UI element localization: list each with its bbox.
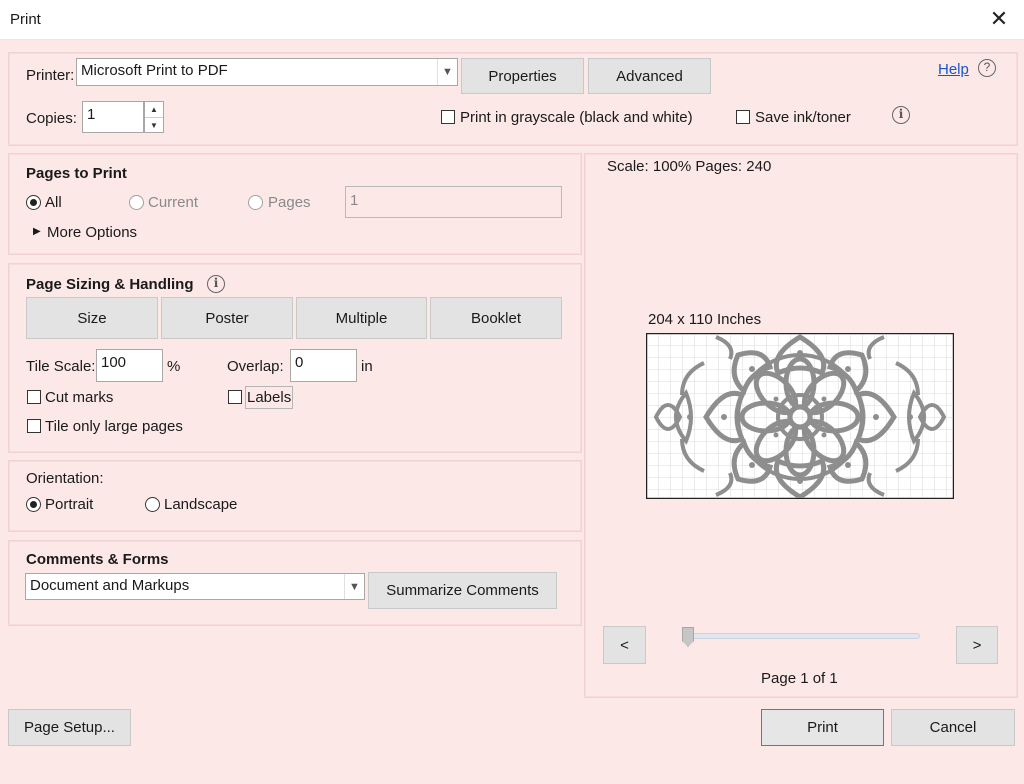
prev-page-button[interactable]: < — [603, 626, 646, 664]
page-sizing-heading: Page Sizing & Handling — [26, 276, 194, 293]
tab-size[interactable]: Size — [26, 297, 158, 339]
help-link[interactable]: Help — [938, 61, 969, 78]
labels-checkbox[interactable] — [228, 390, 242, 404]
printer-select[interactable]: Microsoft Print to PDF ▼ — [76, 58, 458, 86]
chevron-down-icon: ▼ — [437, 59, 457, 85]
summarize-comments-button[interactable]: Summarize Comments — [368, 572, 557, 609]
page-counter: Page 1 of 1 — [761, 670, 838, 687]
portrait-label: Portrait — [45, 496, 94, 513]
landscape-radio[interactable] — [145, 497, 160, 512]
pages-range-input[interactable]: 1 — [345, 186, 562, 218]
labels-label: Labels — [245, 386, 294, 409]
title-bar: Print ✕ — [0, 0, 1024, 40]
info-icon[interactable]: i — [207, 275, 225, 293]
pages-radio[interactable] — [248, 195, 263, 210]
close-icon[interactable]: ✕ — [986, 6, 1012, 32]
disclosure-triangle-icon[interactable]: ▶ — [33, 226, 41, 237]
advanced-button[interactable]: Advanced — [588, 58, 711, 94]
orientation-heading: Orientation: — [26, 470, 104, 487]
all-label: All — [45, 194, 62, 211]
portrait-radio[interactable] — [26, 497, 41, 512]
current-radio[interactable] — [129, 195, 144, 210]
landscape-label: Landscape — [164, 496, 238, 513]
tile-scale-unit: % — [167, 358, 181, 375]
tab-multiple[interactable]: Multiple — [296, 297, 427, 339]
help-icon[interactable]: ? — [978, 59, 996, 77]
comments-forms-select[interactable]: Document and Markups ▼ — [25, 573, 365, 600]
tile-large-label: Tile only large pages — [45, 418, 183, 435]
tab-poster[interactable]: Poster — [161, 297, 293, 339]
preview-size-text: 204 x 110 Inches — [648, 311, 762, 328]
tile-scale-label: Tile Scale: — [26, 358, 96, 375]
stepper-up-icon[interactable]: ▲ — [145, 102, 163, 117]
overlap-input[interactable]: 0 — [290, 349, 357, 382]
copies-label: Copies: — [26, 110, 77, 127]
printer-select-value: Microsoft Print to PDF — [81, 62, 228, 79]
next-page-button[interactable]: > — [956, 626, 998, 664]
tile-scale-input[interactable]: 100 — [96, 349, 163, 382]
cut-marks-checkbox[interactable] — [27, 390, 41, 404]
copies-stepper[interactable]: ▲ ▼ — [144, 101, 164, 133]
printer-label: Printer: — [26, 67, 75, 84]
grayscale-checkbox[interactable] — [441, 110, 455, 124]
chevron-down-icon: ▼ — [344, 574, 364, 599]
page-preview-image — [646, 333, 954, 499]
stepper-down-icon[interactable]: ▼ — [145, 117, 163, 132]
copies-input[interactable]: 1 — [82, 101, 144, 133]
current-label: Current — [148, 194, 199, 211]
preview-scale-text: Scale: 100% Pages: 240 — [607, 158, 772, 175]
overlap-label: Overlap: — [227, 358, 284, 375]
tab-booklet[interactable]: Booklet — [430, 297, 562, 339]
print-button[interactable]: Print — [761, 709, 884, 746]
grayscale-label: Print in grayscale (black and white) — [460, 109, 693, 126]
pages-label: Pages — [268, 194, 311, 211]
cancel-button[interactable]: Cancel — [891, 709, 1015, 746]
info-icon[interactable]: i — [892, 106, 910, 124]
tile-large-checkbox[interactable] — [27, 419, 41, 433]
comments-forms-value: Document and Markups — [30, 577, 190, 594]
all-radio[interactable] — [26, 195, 41, 210]
comments-forms-heading: Comments & Forms — [26, 551, 169, 568]
more-options-label[interactable]: More Options — [47, 224, 137, 241]
save-ink-label: Save ink/toner — [755, 109, 851, 126]
pages-to-print-heading: Pages to Print — [26, 165, 127, 182]
save-ink-checkbox[interactable] — [736, 110, 750, 124]
properties-button[interactable]: Properties — [461, 58, 584, 94]
window-title: Print — [10, 11, 41, 28]
page-setup-button[interactable]: Page Setup... — [8, 709, 131, 746]
overlap-unit: in — [361, 358, 373, 375]
page-slider-track[interactable] — [682, 633, 920, 639]
cut-marks-label: Cut marks — [45, 389, 114, 406]
